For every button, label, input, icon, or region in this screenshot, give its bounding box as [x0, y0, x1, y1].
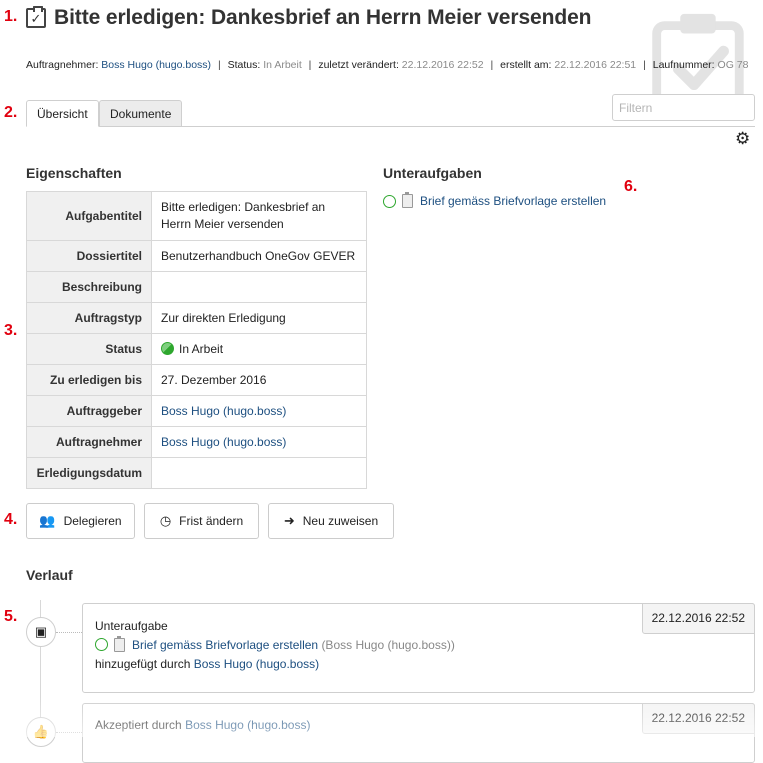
tab-documents[interactable]: Dokumente [99, 100, 183, 127]
property-key: Auftraggeber [26, 395, 152, 427]
history-entry: 22.12.2016 22:52 Unteraufgabe Brief gemä… [82, 603, 755, 693]
history-date: 22.12.2016 22:52 [641, 603, 755, 634]
assignee-link[interactable]: Boss Hugo (hugo.boss) [101, 59, 211, 71]
status-label: Status: [227, 59, 261, 71]
meta-separator: | [490, 59, 494, 71]
modified-label: zuletzt verändert: [318, 59, 399, 71]
property-value-status: In Arbeit [151, 333, 367, 365]
subtasks-heading: Unteraufgaben [383, 165, 482, 181]
title-row: ✓ Bitte erledigen: Dankesbrief an Herrn … [26, 6, 591, 30]
task-checkbox-icon: ✓ [26, 6, 46, 28]
table-row: Beschreibung [26, 271, 367, 303]
created-label: erstellt am: [500, 59, 552, 71]
property-value [151, 457, 367, 489]
property-key: Dossiertitel [26, 240, 152, 272]
delegate-button[interactable]: 👥 Delegieren [26, 503, 135, 539]
reassign-label: Neu zuweisen [302, 514, 379, 528]
tab-overview[interactable]: Übersicht [26, 100, 99, 127]
annotation-marker-4: 4. [4, 511, 18, 528]
added-by-link[interactable]: Boss Hugo (hugo.boss) [194, 657, 319, 671]
table-row: Zu erledigen bis 27. Dezember 2016 [26, 364, 367, 396]
property-key: Status [26, 333, 152, 365]
responsible-link[interactable]: Boss Hugo (hugo.boss) [161, 435, 286, 449]
change-deadline-button[interactable]: ◷ Frist ändern [144, 503, 259, 539]
timeline-connector [56, 632, 82, 633]
timeline-connector [56, 732, 82, 733]
annotation-marker-5: 5. [4, 608, 18, 625]
sequence-label: Laufnummer: [652, 59, 715, 71]
table-row: Dossiertitel Benutzerhandbuch OneGov GEV… [26, 240, 367, 272]
filter-input[interactable] [612, 94, 755, 121]
reassign-button[interactable]: ➜ Neu zuweisen [268, 503, 394, 539]
table-row: Status In Arbeit [26, 333, 367, 365]
history-entry-task: Brief gemäss Briefvorlage erstellen (Bos… [95, 636, 742, 655]
assignee-label: Auftragnehmer: [26, 59, 99, 71]
annotation-marker-1: 1. [4, 8, 18, 25]
properties-table: Aufgabentitel Bitte erledigen: Dankesbri… [26, 191, 367, 489]
page-title: Bitte erledigen: Dankesbrief an Herrn Me… [54, 6, 592, 29]
status-open-icon [383, 194, 396, 208]
accepted-by-link[interactable]: Boss Hugo (hugo.boss) [185, 718, 310, 732]
status-text: In Arbeit [179, 341, 224, 356]
history-heading: Verlauf [26, 567, 73, 583]
property-key: Beschreibung [26, 271, 152, 303]
subtask-link[interactable]: Brief gemäss Briefvorlage erstellen [420, 194, 606, 208]
property-key: Erledigungsdatum [26, 457, 152, 489]
modified-value: 22.12.2016 22:52 [401, 59, 484, 71]
history-task-user: (Boss Hugo (hugo.boss)) [321, 638, 455, 652]
task-clipboard-icon [402, 192, 413, 208]
property-key: Zu erledigen bis [26, 364, 152, 396]
arrow-right-icon: ➜ [283, 513, 295, 528]
task-clipboard-icon [114, 636, 125, 652]
annotation-marker-3: 3. [4, 322, 18, 339]
created-value: 22.12.2016 22:51 [554, 59, 637, 71]
subtask-added-icon: ▣ [26, 617, 56, 647]
annotation-marker-6: 6. [624, 178, 638, 195]
issuer-link[interactable]: Boss Hugo (hugo.boss) [161, 404, 286, 418]
table-row: Auftragstyp Zur direkten Erledigung [26, 302, 367, 334]
table-row: Auftraggeber Boss Hugo (hugo.boss) [26, 395, 367, 427]
gear-icon[interactable]: ⚙ [735, 130, 750, 147]
meta-separator: | [643, 59, 646, 71]
change-deadline-label: Frist ändern [179, 514, 244, 528]
property-value [151, 271, 367, 303]
property-value: Boss Hugo (hugo.boss) [151, 426, 367, 458]
table-row: Erledigungsdatum [26, 457, 367, 489]
clock-icon: ◷ [159, 513, 172, 528]
thumbs-up-icon: 👍 [26, 717, 56, 747]
status-value: In Arbeit [263, 59, 302, 71]
property-value: 27. Dezember 2016 [151, 364, 367, 396]
annotation-marker-2: 2. [4, 104, 18, 121]
property-value: Bitte erledigen: Dankesbrief an Herrn Me… [161, 200, 326, 231]
status-in-progress-icon [161, 341, 174, 355]
property-value: Boss Hugo (hugo.boss) [151, 395, 367, 427]
table-row: Aufgabentitel Bitte erledigen: Dankesbri… [26, 191, 367, 241]
meta-separator: | [217, 59, 221, 71]
properties-heading: Eigenschaften [26, 165, 122, 181]
property-value: Benutzerhandbuch OneGov GEVER [151, 240, 367, 272]
sequence-value: OG 78 [717, 59, 749, 71]
history-task-link[interactable]: Brief gemäss Briefvorlage erstellen [132, 638, 318, 652]
status-open-icon [95, 638, 108, 651]
property-key: Aufgabentitel [26, 191, 152, 241]
subtask-item: Brief gemäss Briefvorlage erstellen [383, 192, 606, 208]
history-entry-added-by: hinzugefügt durch Boss Hugo (hugo.boss) [95, 655, 742, 674]
users-icon: 👥 [39, 513, 56, 528]
meta-line: Auftragnehmer: Boss Hugo (hugo.boss) | S… [26, 59, 748, 71]
property-key: Auftragnehmer [26, 426, 152, 458]
accepted-label: Akzeptiert durch [95, 718, 182, 732]
property-key: Auftragstyp [26, 302, 152, 334]
added-by-label: hinzugefügt durch [95, 657, 191, 671]
history-date: 22.12.2016 22:52 [641, 703, 755, 734]
delegate-label: Delegieren [63, 514, 122, 528]
table-row: Auftragnehmer Boss Hugo (hugo.boss) [26, 426, 367, 458]
history-entry: 22.12.2016 22:52 Akzeptiert durch Boss H… [82, 703, 755, 763]
property-value: Zur direkten Erledigung [151, 302, 367, 334]
meta-separator: | [308, 59, 312, 71]
